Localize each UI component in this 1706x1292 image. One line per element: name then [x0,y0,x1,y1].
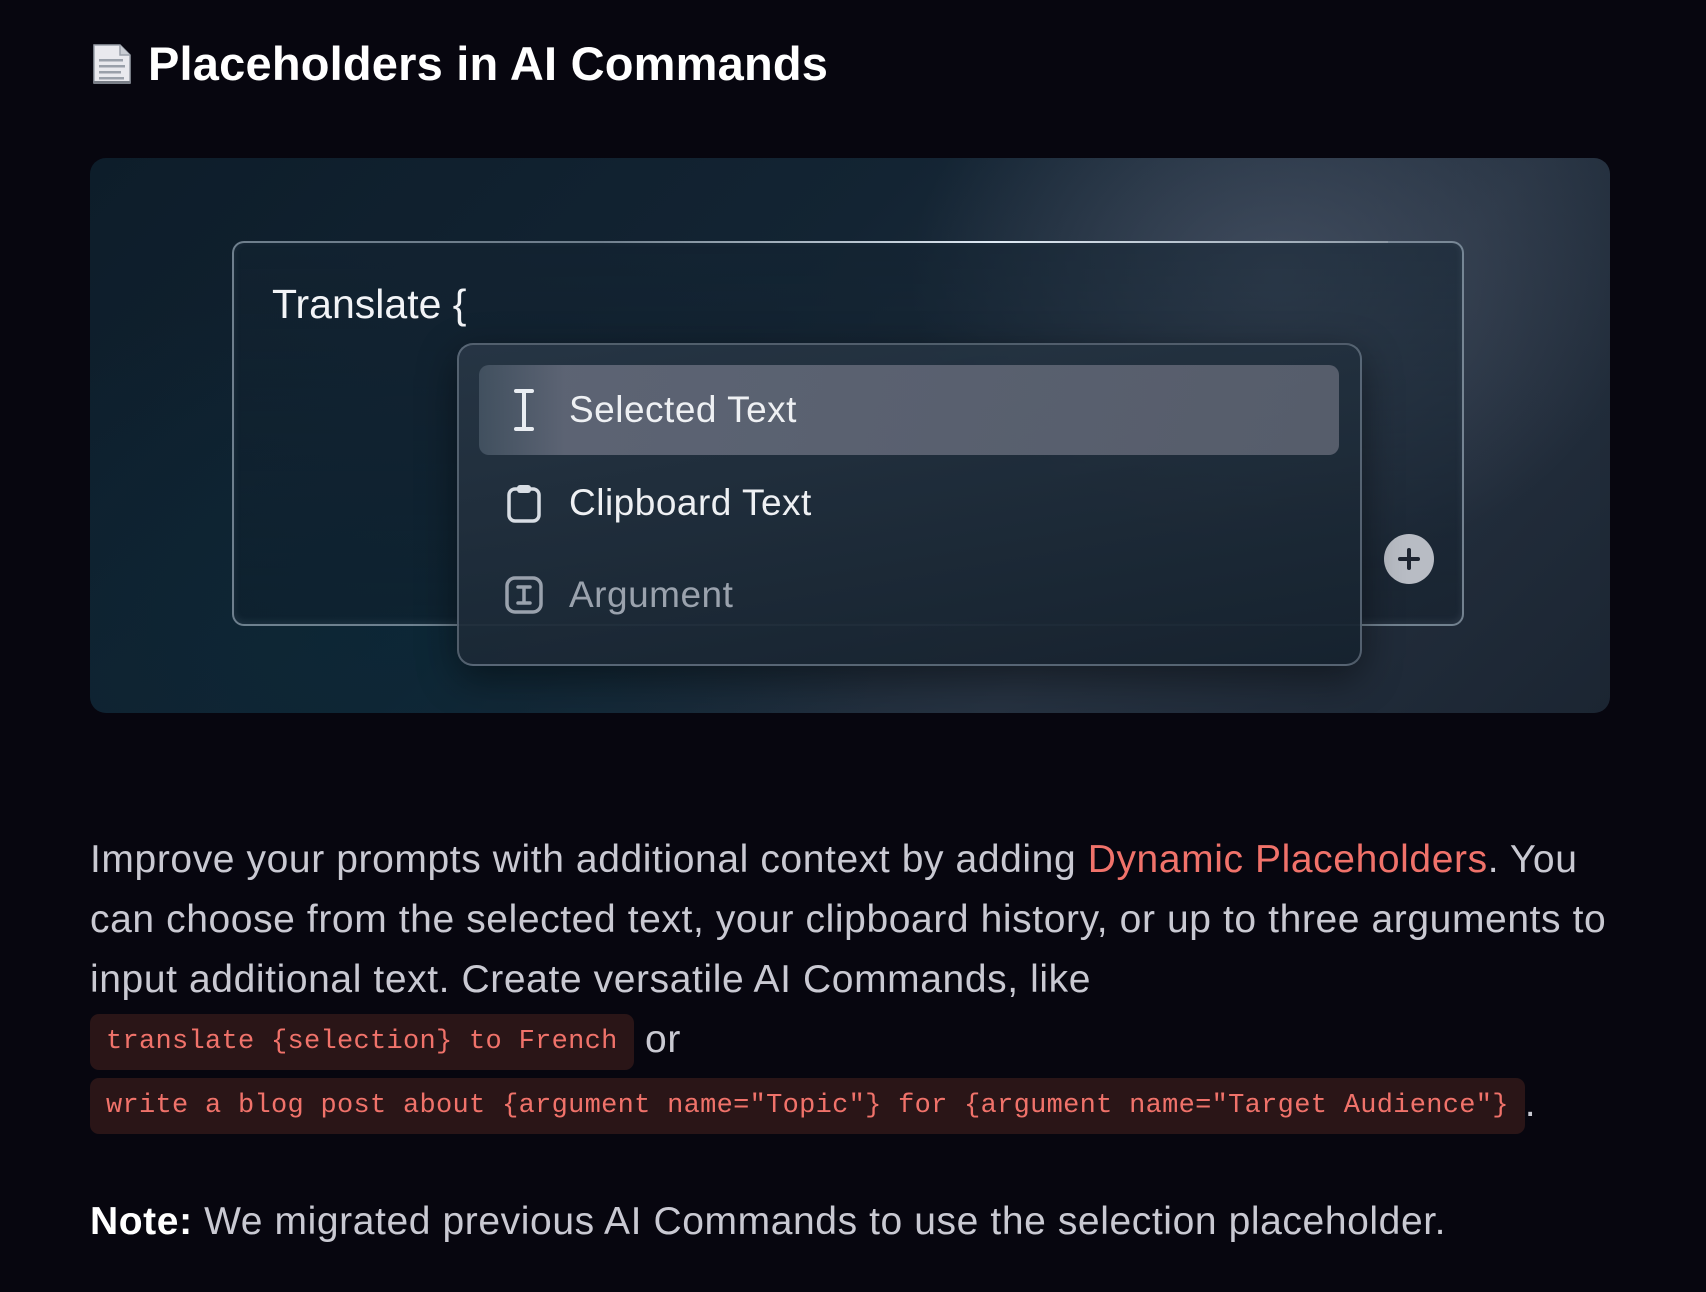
menu-item-label: Argument [569,574,734,615]
description-intro: Improve your prompts with additional con… [90,838,1088,881]
argument-icon [479,575,569,615]
placeholder-illustration: Translate { Selected Text Clipboard Text… [90,158,1610,713]
menu-item-label: Clipboard Text [569,482,812,523]
clipboard-icon [479,483,569,523]
section-title: Placeholders in AI Commands [148,37,829,90]
add-placeholder-button[interactable] [1384,534,1434,584]
example-code-blog-post: write a blog post about {argument name="… [90,1077,1525,1134]
editor-text: Translate { [272,281,467,327]
placeholder-menu: Selected Text Clipboard Text Argument [457,343,1362,666]
description-connector: or [633,1018,681,1061]
dynamic-placeholders-link[interactable]: Dynamic Placeholders [1088,838,1488,881]
note-label: Note: [90,1200,193,1243]
menu-item-selected-text[interactable]: Selected Text [479,365,1339,455]
menu-item-clipboard-text[interactable]: Clipboard Text [479,458,1339,548]
note-text: We migrated previous AI Commands to use … [192,1200,1447,1243]
page-facing-up-icon [90,41,134,87]
code-line: write a blog post about {argument name="… [90,1074,1620,1134]
section-heading: Placeholders in AI Commands [90,36,828,91]
release-notes-section: Placeholders in AI Commands Translate { … [0,0,1706,1292]
note-paragraph: Note: We migrated previous AI Commands t… [90,1200,1446,1244]
menu-item-argument[interactable]: Argument [479,550,1339,640]
plus-icon [1398,548,1420,570]
menu-item-label: Selected Text [569,389,797,430]
description-paragraph: Improve your prompts with additional con… [90,830,1620,1134]
description-ending: . [1524,1082,1537,1125]
example-code-translate: translate {selection} to French [90,1013,634,1070]
text-cursor-icon [479,388,569,432]
